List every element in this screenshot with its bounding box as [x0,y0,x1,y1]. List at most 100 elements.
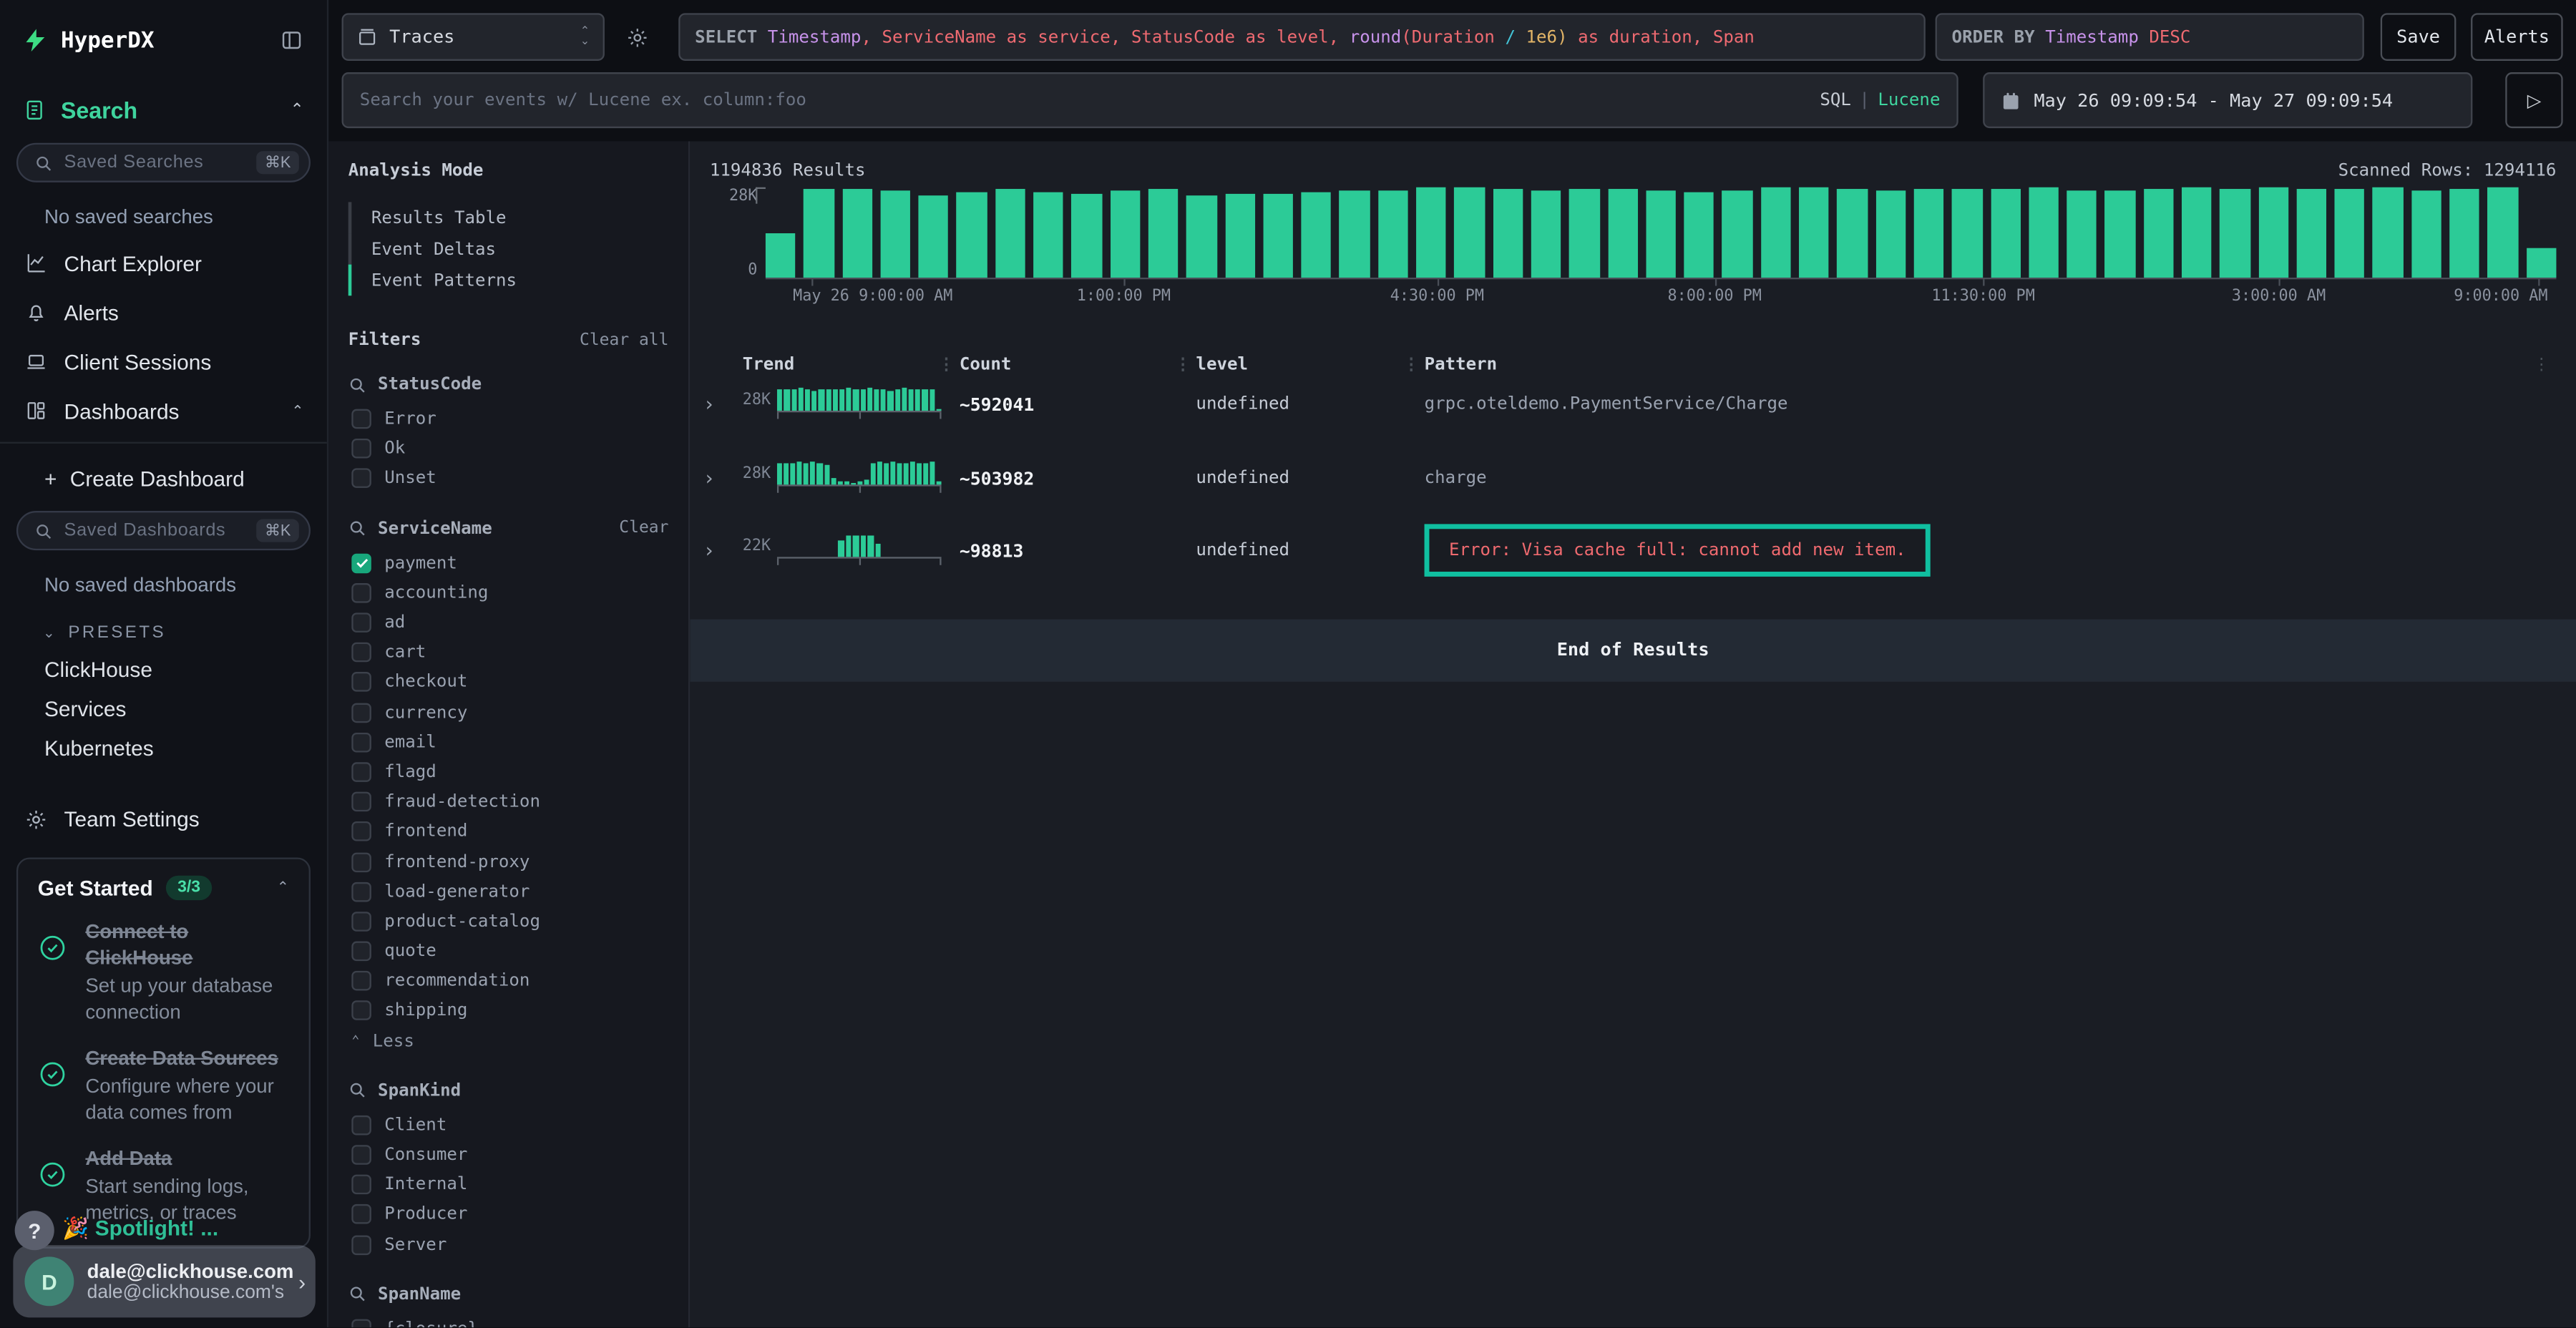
filter-option-product-catalog[interactable]: product-catalog [348,907,669,937]
checkbox[interactable] [351,792,371,812]
histogram-bar[interactable] [1608,189,1638,278]
saved-dashboards-input[interactable]: Saved Dashboards ⌘K [16,511,311,550]
column-drag-handle[interactable]: ⋮ [938,356,955,374]
highlighted-pattern-box[interactable]: Error: Visa cache full: cannot add new i… [1425,524,1931,576]
table-row[interactable]: › 28K ~592041 undefined grpc.oteldemo.Pa… [690,379,2576,452]
histogram-bar[interactable] [1110,190,1140,278]
filter-option-error[interactable]: Error [348,404,669,434]
checkbox[interactable] [351,643,371,663]
checkbox[interactable] [351,583,371,603]
checkbox[interactable] [351,762,371,782]
histogram-bar[interactable] [1455,187,1485,278]
filter-option-recommendation[interactable]: recommendation [348,966,669,996]
order-by-editor[interactable]: ORDER BY Timestamp DESC [1936,13,2364,61]
row-expander-chevron[interactable]: › [700,453,743,489]
histogram-bar[interactable] [2449,189,2479,278]
histogram-bar[interactable] [1569,189,1599,278]
preset-dashboard-kubernetes[interactable]: Kubernetes [0,721,327,761]
search-input[interactable]: Search your events w/ Lucene ex. column:… [342,72,1958,128]
histogram-bar[interactable] [2105,190,2135,278]
table-row[interactable]: › 22K ~98813 undefined Error: Visa cache… [690,526,2576,599]
checkbox[interactable] [351,409,371,429]
presets-toggle[interactable]: ⌄ PRESETS [0,596,327,642]
filter-option-load-generator[interactable]: load-generator [348,877,669,907]
column-header-count[interactable]: ⋮Count [960,355,1196,375]
table-row[interactable]: › 28K ~503982 undefined charge [690,453,2576,526]
filter-option-client[interactable]: Client [348,1110,669,1140]
alerts-button[interactable]: Alerts [2471,13,2563,61]
histogram-bar[interactable] [1072,194,1102,278]
checkbox[interactable] [351,822,371,842]
filter-option-currency[interactable]: currency [348,698,669,728]
histogram-bar[interactable] [2258,187,2288,278]
get-started-item[interactable]: Add Data Start sending logs, metrics, or… [38,1146,289,1226]
histogram-bar[interactable] [880,190,910,278]
histogram-bar[interactable] [2029,187,2059,278]
results-histogram[interactable]: 28K 0 May 26 9:00:00 AM1:00:00 PM4:30:00… [710,187,2557,306]
histogram-bar[interactable] [1722,190,1752,278]
checkbox[interactable] [351,439,371,459]
histogram-bar[interactable] [957,192,987,278]
histogram-bar[interactable] [1799,187,1829,278]
get-started-item[interactable]: Create Data Sources Configure where your… [38,1045,289,1126]
column-header-pattern[interactable]: ⋮Pattern [1425,355,2534,375]
histogram-bar[interactable] [1186,195,1216,278]
filter-option-quote[interactable]: quote [348,937,669,967]
save-button[interactable]: Save [2381,13,2457,61]
show-less-toggle[interactable]: ⌃Less [348,1026,669,1056]
source-settings-button[interactable] [621,13,654,61]
checkbox[interactable] [351,882,371,902]
histogram-bar[interactable] [2373,187,2403,278]
sql-select-editor[interactable]: SELECT Timestamp, ServiceName as service… [678,13,1926,61]
histogram-bar[interactable] [2067,190,2097,278]
filter-option-accounting[interactable]: accounting [348,578,669,608]
column-drag-handle[interactable]: ⋮ [1403,356,1420,374]
filter-option-payment[interactable]: payment [348,548,669,578]
table-menu-icon[interactable]: ⋮ [2533,356,2562,374]
checkbox[interactable] [351,673,371,693]
histogram-bar[interactable] [995,189,1025,278]
histogram-bar[interactable] [1646,190,1676,278]
histogram-bar[interactable] [2411,190,2441,278]
histogram-bar[interactable] [1033,192,1063,278]
histogram-bar[interactable] [1838,189,1868,278]
checkbox[interactable] [351,1175,371,1195]
histogram-bar[interactable] [1378,190,1408,278]
collapse-sidebar-icon[interactable] [279,28,303,52]
checkbox[interactable] [351,1001,371,1021]
histogram-bar[interactable] [2488,187,2518,278]
histogram-bar[interactable] [766,234,796,278]
filter-option-frontend[interactable]: frontend [348,817,669,847]
analysis-mode-event-patterns[interactable]: Event Patterns [348,265,669,296]
histogram-bar[interactable] [1952,189,1982,278]
filter-option-flagd[interactable]: flagd [348,757,669,787]
preset-dashboard-services[interactable]: Services [0,682,327,721]
checkbox[interactable] [351,972,371,992]
histogram-bar[interactable] [1302,192,1332,278]
column-header-trend[interactable]: Trend [743,355,960,375]
checkbox[interactable] [351,612,371,633]
histogram-bar[interactable] [2220,189,2250,278]
sidebar-item-client-sessions[interactable]: Client Sessions [0,337,327,386]
checkbox-checked[interactable] [351,553,371,573]
create-dashboard-button[interactable]: +Create Dashboard [0,444,327,492]
row-expander-chevron[interactable]: › [700,526,743,562]
histogram-bar[interactable] [2296,189,2326,278]
filter-option-checkout[interactable]: checkout [348,668,669,698]
filter-option-frontend-proxy[interactable]: frontend-proxy [348,846,669,877]
checkbox[interactable] [351,1235,371,1255]
checkbox[interactable] [351,1145,371,1165]
filter-option-consumer[interactable]: Consumer [348,1140,669,1170]
histogram-bar[interactable] [1761,187,1791,278]
get-started-item[interactable]: Connect to ClickHouse Set up your databa… [38,920,289,1026]
filter-option-server[interactable]: Server [348,1229,669,1259]
checkbox[interactable] [351,852,371,872]
histogram-bar[interactable] [1914,189,1944,278]
chevron-up-icon[interactable]: ⌃ [277,879,289,897]
histogram-bar[interactable] [2335,189,2365,278]
sidebar-item-dashboards[interactable]: Dashboards⌃ [0,386,327,436]
histogram-bar[interactable] [1875,190,1906,278]
checkbox[interactable] [351,469,371,489]
language-toggle[interactable]: SQL|Lucene [1820,90,1940,110]
analysis-mode-results-table[interactable]: Results Table [348,202,669,233]
